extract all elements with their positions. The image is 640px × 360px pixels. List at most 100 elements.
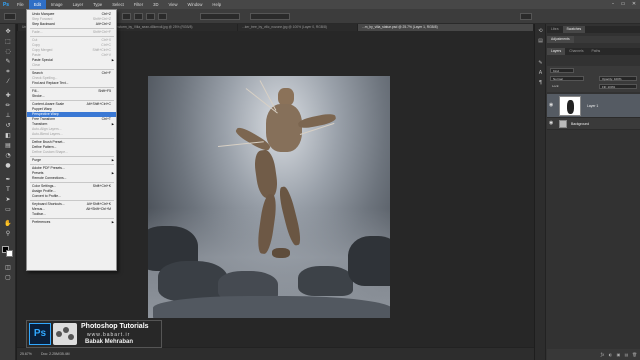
quick-select-tool-icon[interactable]: ✎ — [3, 58, 13, 66]
edit-menu-dropdown: Undo Marquee Ctrl+Z Step Forward Shift+Ctrl… — [26, 9, 117, 271]
gradient-tool-icon[interactable]: ▤ — [3, 142, 13, 150]
edit-menu-item[interactable]: Fade... Shift+Ctrl+F — [27, 30, 116, 35]
option-button[interactable] — [134, 13, 143, 20]
maximize-icon[interactable]: ▭ — [618, 0, 628, 9]
opacity-field[interactable]: Opacity: 100% — [599, 76, 637, 81]
menu-layer[interactable]: Layer — [68, 0, 88, 9]
edit-menu-item[interactable]: Define Custom Shape... — [27, 150, 116, 155]
type-tool-icon[interactable]: T — [3, 186, 13, 194]
tab-adjustments[interactable]: Adjustments — [547, 36, 574, 43]
minimize-icon[interactable]: – — [608, 0, 618, 9]
edit-menu-item[interactable]: Remote Connections... — [27, 176, 116, 181]
tab-channels[interactable]: Channels — [565, 48, 587, 55]
tab-paths[interactable]: Paths — [588, 48, 605, 55]
edit-menu-item[interactable]: Step Backward Alt+Ctrl+Z — [27, 22, 116, 27]
menu-item-label: Step Backward — [32, 22, 55, 26]
option-button[interactable] — [158, 13, 167, 20]
move-tool-icon[interactable]: ✥ — [3, 28, 13, 36]
tool-preset-picker[interactable] — [4, 13, 16, 20]
eraser-tool-icon[interactable]: ◧ — [3, 132, 13, 140]
layer-name[interactable]: Background — [571, 122, 589, 126]
menu-select[interactable]: Select — [107, 0, 129, 9]
clone-stamp-tool-icon[interactable]: ⊥ — [3, 112, 13, 120]
menu-item-label: Paste — [32, 53, 41, 57]
character-panel-icon[interactable]: A — [537, 70, 544, 77]
adjustment-layer-icon[interactable]: ◐ — [608, 352, 613, 357]
edit-menu-item[interactable]: Stroke... — [27, 94, 116, 99]
document-artwork-statue[interactable] — [148, 76, 390, 318]
new-group-icon[interactable]: ▣ — [616, 352, 621, 357]
rectangle-tool-icon[interactable]: ▭ — [3, 206, 13, 214]
close-icon[interactable]: ✕ — [629, 0, 639, 9]
menu-view[interactable]: View — [164, 0, 183, 9]
history-panel-icon[interactable]: ⟲ — [537, 28, 544, 35]
menu-item-label: Fill... — [32, 89, 40, 93]
edit-menu-item[interactable]: Auto-Blend Layers... — [27, 132, 116, 137]
lasso-tool-icon[interactable]: ◌ — [3, 48, 13, 56]
trash-icon[interactable]: 🗑 — [632, 352, 637, 357]
edit-menu-item[interactable]: Toolbar... — [27, 212, 116, 217]
visibility-eye-icon[interactable]: ◉ — [549, 103, 555, 108]
tab-libraries[interactable]: Libra — [547, 26, 563, 33]
layer-row-layer-1[interactable]: ◉ Layer 1 — [547, 94, 640, 118]
screen-mode-icon[interactable]: ▢ — [3, 274, 13, 282]
doc-tab-active[interactable]: ...m_by_vilia_statue.psd @ 25.7% (Layer … — [358, 24, 534, 31]
paragraph-panel-icon[interactable]: ¶ — [537, 80, 544, 87]
menu-file[interactable]: File — [12, 0, 29, 9]
dodge-tool-icon[interactable]: ● — [3, 162, 13, 170]
visibility-eye-icon[interactable]: ◉ — [549, 121, 555, 126]
option-field[interactable] — [250, 13, 290, 20]
doc-tab[interactable]: ...ker_tree_by_vilic_nozone.jpg @ 100% (… — [238, 24, 358, 31]
menu-item-label: Define Brush Preset... — [32, 140, 66, 144]
option-button[interactable] — [122, 13, 131, 20]
background-color-swatch[interactable] — [6, 250, 13, 257]
menu-separator — [30, 164, 114, 165]
zoom-level[interactable]: 25.67% — [20, 352, 32, 356]
tab-swatches[interactable]: Swatches — [562, 26, 586, 33]
menu-help[interactable]: Help — [207, 0, 226, 9]
menu-3d[interactable]: 3D — [148, 0, 163, 9]
hand-tool-icon[interactable]: ✋ — [3, 220, 13, 228]
path-selection-tool-icon[interactable]: ➤ — [3, 196, 13, 204]
marquee-tool-icon[interactable]: ⬚ — [3, 38, 13, 46]
eyedropper-tool-icon[interactable]: ⁄ — [3, 78, 13, 86]
layer-name[interactable]: Layer 1 — [587, 104, 598, 108]
edit-menu-item[interactable]: Preferences ▶ — [27, 220, 116, 225]
option-field[interactable] — [200, 13, 240, 20]
pen-tool-icon[interactable]: ✒ — [3, 176, 13, 184]
option-button[interactable] — [146, 13, 155, 20]
menu-filter[interactable]: Filter — [129, 0, 148, 9]
menu-item-label: Step Forward — [32, 17, 53, 21]
brush-panel-icon[interactable]: ✎ — [537, 60, 544, 67]
edit-menu-item[interactable]: Find and Replace Text... — [27, 81, 116, 86]
edit-menu-item[interactable]: Purge ▶ — [27, 158, 116, 163]
doc-tab[interactable]: ...ent_brainstorm_by_Vilia_sean-d8kmvdi.… — [98, 24, 238, 31]
zoom-tool-icon[interactable]: ⚲ — [3, 230, 13, 238]
blur-tool-icon[interactable]: ◔ — [3, 152, 13, 160]
properties-panel-icon[interactable]: ▤ — [537, 38, 544, 45]
layer-filter-select[interactable]: Kind — [550, 68, 574, 73]
workspace-switcher[interactable] — [520, 13, 532, 20]
menu-item-label: Check Spelling... — [32, 76, 58, 80]
photoshop-logo-icon: Ps — [29, 323, 51, 345]
menu-separator — [30, 156, 114, 157]
menu-edit[interactable]: Edit — [28, 0, 46, 9]
quick-mask-icon[interactable]: ◫ — [3, 264, 13, 272]
menu-item-label: Content-Aware Scale — [32, 102, 64, 106]
menu-window[interactable]: Window — [183, 0, 208, 9]
edit-menu-item[interactable]: Convert to Profile... — [27, 194, 116, 199]
brush-tool-icon[interactable]: ✏ — [3, 102, 13, 110]
history-brush-tool-icon[interactable]: ↺ — [3, 122, 13, 130]
menu-type[interactable]: Type — [88, 0, 107, 9]
crop-tool-icon[interactable]: ⌗ — [3, 68, 13, 76]
new-layer-icon[interactable]: ▤ — [624, 352, 629, 357]
fill-field[interactable]: Fill: 100% — [599, 84, 637, 89]
blend-mode-select[interactable]: Normal — [550, 76, 584, 81]
edit-menu-item[interactable]: Clear — [27, 63, 116, 68]
layer-row-background[interactable]: ◉ Background — [547, 118, 640, 130]
menu-image[interactable]: Image — [46, 0, 68, 9]
fx-icon[interactable]: ƒx — [600, 352, 605, 357]
healing-brush-tool-icon[interactable]: ✚ — [3, 92, 13, 100]
tab-layers[interactable]: Layers — [547, 48, 566, 55]
brand-badge-icon — [53, 323, 77, 345]
